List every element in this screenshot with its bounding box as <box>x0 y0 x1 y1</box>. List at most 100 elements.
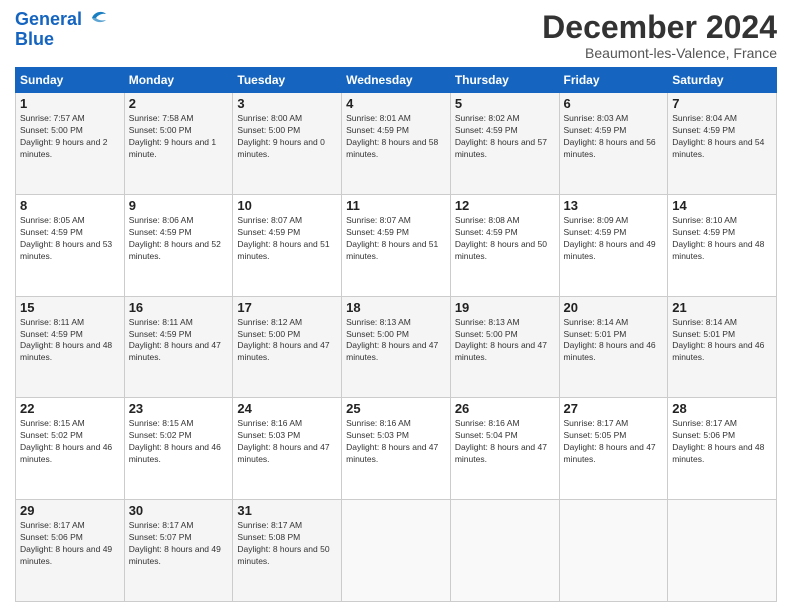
header-monday: Monday <box>124 68 233 93</box>
logo-general: General <box>15 9 82 29</box>
cell-info: Sunrise: 8:03 AMSunset: 4:59 PMDaylight:… <box>564 113 656 159</box>
calendar-cell: 29 Sunrise: 8:17 AMSunset: 5:06 PMDaylig… <box>16 500 125 602</box>
logo-text: General <box>15 10 82 30</box>
day-number: 22 <box>20 401 120 416</box>
calendar-cell: 11 Sunrise: 8:07 AMSunset: 4:59 PMDaylig… <box>342 194 451 296</box>
day-number: 17 <box>237 300 337 315</box>
calendar-cell: 13 Sunrise: 8:09 AMSunset: 4:59 PMDaylig… <box>559 194 668 296</box>
week-row-1: 8 Sunrise: 8:05 AMSunset: 4:59 PMDayligh… <box>16 194 777 296</box>
cell-info: Sunrise: 8:07 AMSunset: 4:59 PMDaylight:… <box>237 215 329 261</box>
day-number: 15 <box>20 300 120 315</box>
cell-info: Sunrise: 8:13 AMSunset: 5:00 PMDaylight:… <box>346 317 438 363</box>
cell-info: Sunrise: 7:57 AMSunset: 5:00 PMDaylight:… <box>20 113 107 159</box>
calendar-cell <box>342 500 451 602</box>
day-number: 1 <box>20 96 120 111</box>
cell-info: Sunrise: 8:10 AMSunset: 4:59 PMDaylight:… <box>672 215 764 261</box>
cell-info: Sunrise: 8:01 AMSunset: 4:59 PMDaylight:… <box>346 113 438 159</box>
cell-info: Sunrise: 8:11 AMSunset: 4:59 PMDaylight:… <box>129 317 221 363</box>
calendar-cell: 27 Sunrise: 8:17 AMSunset: 5:05 PMDaylig… <box>559 398 668 500</box>
day-number: 3 <box>237 96 337 111</box>
day-number: 9 <box>129 198 229 213</box>
calendar-cell <box>668 500 777 602</box>
day-number: 16 <box>129 300 229 315</box>
cell-info: Sunrise: 8:05 AMSunset: 4:59 PMDaylight:… <box>20 215 112 261</box>
day-number: 26 <box>455 401 555 416</box>
calendar-cell: 22 Sunrise: 8:15 AMSunset: 5:02 PMDaylig… <box>16 398 125 500</box>
day-number: 31 <box>237 503 337 518</box>
cell-info: Sunrise: 8:17 AMSunset: 5:08 PMDaylight:… <box>237 520 329 566</box>
calendar-cell: 1 Sunrise: 7:57 AMSunset: 5:00 PMDayligh… <box>16 93 125 195</box>
cell-info: Sunrise: 8:06 AMSunset: 4:59 PMDaylight:… <box>129 215 221 261</box>
cell-info: Sunrise: 7:58 AMSunset: 5:00 PMDaylight:… <box>129 113 216 159</box>
calendar-cell: 6 Sunrise: 8:03 AMSunset: 4:59 PMDayligh… <box>559 93 668 195</box>
calendar-cell: 3 Sunrise: 8:00 AMSunset: 5:00 PMDayligh… <box>233 93 342 195</box>
calendar-cell: 17 Sunrise: 8:12 AMSunset: 5:00 PMDaylig… <box>233 296 342 398</box>
header-wednesday: Wednesday <box>342 68 451 93</box>
calendar-cell: 12 Sunrise: 8:08 AMSunset: 4:59 PMDaylig… <box>450 194 559 296</box>
day-number: 29 <box>20 503 120 518</box>
calendar-header: SundayMondayTuesdayWednesdayThursdayFrid… <box>16 68 777 93</box>
day-number: 24 <box>237 401 337 416</box>
day-number: 19 <box>455 300 555 315</box>
calendar-cell: 25 Sunrise: 8:16 AMSunset: 5:03 PMDaylig… <box>342 398 451 500</box>
day-number: 10 <box>237 198 337 213</box>
logo-bird-icon <box>84 10 106 26</box>
cell-info: Sunrise: 8:08 AMSunset: 4:59 PMDaylight:… <box>455 215 547 261</box>
page: General Blue December 2024 Beaumont-les-… <box>0 0 792 612</box>
day-number: 7 <box>672 96 772 111</box>
calendar-cell: 21 Sunrise: 8:14 AMSunset: 5:01 PMDaylig… <box>668 296 777 398</box>
day-number: 28 <box>672 401 772 416</box>
cell-info: Sunrise: 8:16 AMSunset: 5:03 PMDaylight:… <box>237 418 329 464</box>
day-number: 11 <box>346 198 446 213</box>
cell-info: Sunrise: 8:12 AMSunset: 5:00 PMDaylight:… <box>237 317 329 363</box>
cell-info: Sunrise: 8:17 AMSunset: 5:05 PMDaylight:… <box>564 418 656 464</box>
header-thursday: Thursday <box>450 68 559 93</box>
cell-info: Sunrise: 8:17 AMSunset: 5:07 PMDaylight:… <box>129 520 221 566</box>
cell-info: Sunrise: 8:17 AMSunset: 5:06 PMDaylight:… <box>20 520 112 566</box>
cell-info: Sunrise: 8:07 AMSunset: 4:59 PMDaylight:… <box>346 215 438 261</box>
cell-info: Sunrise: 8:13 AMSunset: 5:00 PMDaylight:… <box>455 317 547 363</box>
week-row-2: 15 Sunrise: 8:11 AMSunset: 4:59 PMDaylig… <box>16 296 777 398</box>
calendar-cell: 18 Sunrise: 8:13 AMSunset: 5:00 PMDaylig… <box>342 296 451 398</box>
header-friday: Friday <box>559 68 668 93</box>
cell-info: Sunrise: 8:15 AMSunset: 5:02 PMDaylight:… <box>20 418 112 464</box>
logo: General Blue <box>15 10 106 50</box>
header-saturday: Saturday <box>668 68 777 93</box>
calendar-cell <box>450 500 559 602</box>
calendar-cell: 10 Sunrise: 8:07 AMSunset: 4:59 PMDaylig… <box>233 194 342 296</box>
header-row: SundayMondayTuesdayWednesdayThursdayFrid… <box>16 68 777 93</box>
week-row-0: 1 Sunrise: 7:57 AMSunset: 5:00 PMDayligh… <box>16 93 777 195</box>
header-tuesday: Tuesday <box>233 68 342 93</box>
calendar-cell <box>559 500 668 602</box>
calendar-cell: 24 Sunrise: 8:16 AMSunset: 5:03 PMDaylig… <box>233 398 342 500</box>
header: General Blue December 2024 Beaumont-les-… <box>15 10 777 61</box>
month-title: December 2024 <box>542 10 777 45</box>
title-block: December 2024 Beaumont-les-Valence, Fran… <box>542 10 777 61</box>
calendar-cell: 9 Sunrise: 8:06 AMSunset: 4:59 PMDayligh… <box>124 194 233 296</box>
cell-info: Sunrise: 8:16 AMSunset: 5:04 PMDaylight:… <box>455 418 547 464</box>
day-number: 12 <box>455 198 555 213</box>
calendar-cell: 31 Sunrise: 8:17 AMSunset: 5:08 PMDaylig… <box>233 500 342 602</box>
calendar-body: 1 Sunrise: 7:57 AMSunset: 5:00 PMDayligh… <box>16 93 777 602</box>
day-number: 21 <box>672 300 772 315</box>
calendar-cell: 26 Sunrise: 8:16 AMSunset: 5:04 PMDaylig… <box>450 398 559 500</box>
calendar-cell: 15 Sunrise: 8:11 AMSunset: 4:59 PMDaylig… <box>16 296 125 398</box>
week-row-3: 22 Sunrise: 8:15 AMSunset: 5:02 PMDaylig… <box>16 398 777 500</box>
day-number: 13 <box>564 198 664 213</box>
calendar-cell: 23 Sunrise: 8:15 AMSunset: 5:02 PMDaylig… <box>124 398 233 500</box>
calendar-cell: 7 Sunrise: 8:04 AMSunset: 4:59 PMDayligh… <box>668 93 777 195</box>
cell-info: Sunrise: 8:14 AMSunset: 5:01 PMDaylight:… <box>672 317 764 363</box>
day-number: 25 <box>346 401 446 416</box>
calendar-cell: 8 Sunrise: 8:05 AMSunset: 4:59 PMDayligh… <box>16 194 125 296</box>
cell-info: Sunrise: 8:00 AMSunset: 5:00 PMDaylight:… <box>237 113 324 159</box>
calendar-cell: 16 Sunrise: 8:11 AMSunset: 4:59 PMDaylig… <box>124 296 233 398</box>
day-number: 4 <box>346 96 446 111</box>
day-number: 5 <box>455 96 555 111</box>
location-subtitle: Beaumont-les-Valence, France <box>542 45 777 61</box>
header-sunday: Sunday <box>16 68 125 93</box>
cell-info: Sunrise: 8:02 AMSunset: 4:59 PMDaylight:… <box>455 113 547 159</box>
day-number: 20 <box>564 300 664 315</box>
day-number: 23 <box>129 401 229 416</box>
cell-info: Sunrise: 8:17 AMSunset: 5:06 PMDaylight:… <box>672 418 764 464</box>
calendar-table: SundayMondayTuesdayWednesdayThursdayFrid… <box>15 67 777 602</box>
